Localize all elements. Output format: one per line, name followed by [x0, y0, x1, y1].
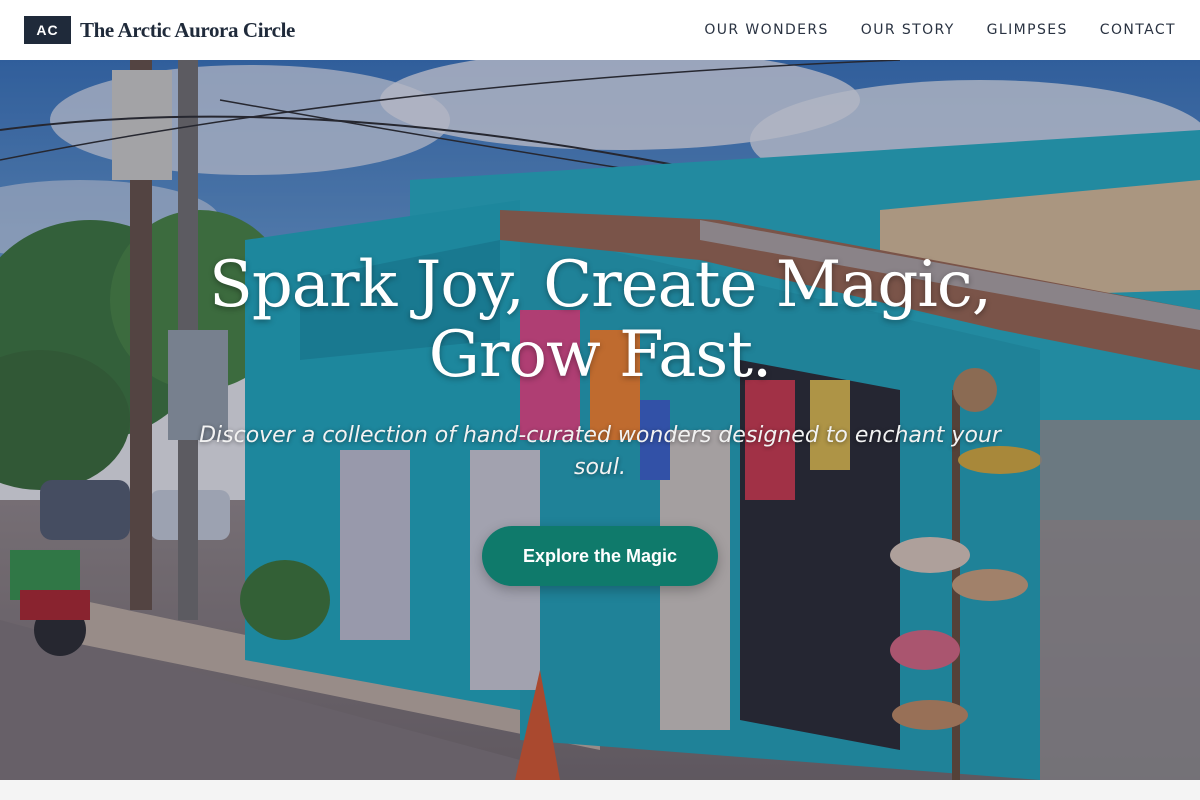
hero-title-line1: Spark Joy, Create Magic, — [208, 248, 992, 322]
brand-name[interactable]: The Arctic Aurora Circle — [80, 18, 295, 43]
hero-content: Spark Joy, Create Magic, Grow Fast. Disc… — [0, 250, 1200, 586]
hero-title: Spark Joy, Create Magic, Grow Fast. — [170, 250, 1030, 390]
nav-our-wonders[interactable]: OUR WONDERS — [704, 22, 828, 38]
hero-subtitle: Discover a collection of hand-curated wo… — [199, 423, 1001, 480]
logo-mark[interactable]: AC — [24, 16, 71, 44]
nav-our-story[interactable]: OUR STORY — [861, 22, 955, 38]
nav-contact[interactable]: CONTACT — [1100, 22, 1176, 38]
next-section-edge — [0, 780, 1200, 800]
hero-section: Spark Joy, Create Magic, Grow Fast. Disc… — [0, 60, 1200, 780]
site-header: AC The Arctic Aurora Circle OUR WONDERS … — [0, 0, 1200, 60]
hero-title-line2: Grow Fast. — [428, 318, 772, 392]
explore-magic-button[interactable]: Explore the Magic — [482, 526, 718, 586]
nav-glimpses[interactable]: GLIMPSES — [987, 22, 1068, 38]
brand[interactable]: AC The Arctic Aurora Circle — [24, 16, 295, 44]
main-nav: OUR WONDERS OUR STORY GLIMPSES CONTACT — [704, 22, 1176, 38]
